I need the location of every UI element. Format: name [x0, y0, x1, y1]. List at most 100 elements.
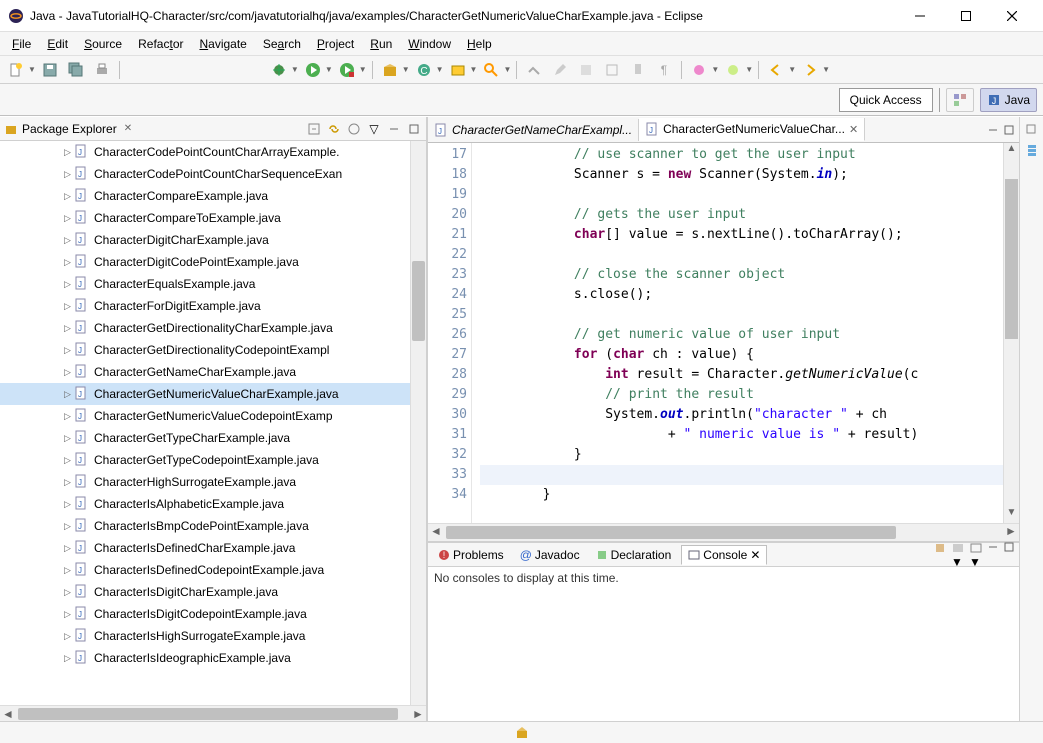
javadoc-tab[interactable]: @Javadoc — [514, 546, 586, 564]
window-close-button[interactable] — [989, 1, 1035, 31]
save-button[interactable] — [38, 59, 62, 81]
tree-item[interactable]: ▷JCharacterDigitCodePointExample.java — [0, 251, 410, 273]
tree-vertical-scrollbar[interactable] — [410, 141, 426, 705]
forward-button[interactable] — [798, 59, 822, 81]
expand-icon[interactable]: ▷ — [64, 279, 74, 290]
tree-item[interactable]: ▷JCharacterGetTypeCharExample.java — [0, 427, 410, 449]
new-package-button[interactable] — [378, 59, 402, 81]
tree-item[interactable]: ▷JCharacterForDigitExample.java — [0, 295, 410, 317]
new-class-button[interactable]: C — [412, 59, 436, 81]
package-explorer-close[interactable]: ✕ — [121, 123, 135, 134]
tree-item[interactable]: ▷JCharacterCodePointCountCharArrayExampl… — [0, 141, 410, 163]
tree-item[interactable]: ▷JCharacterIsIdeographicExample.java — [0, 647, 410, 669]
run-button[interactable] — [301, 59, 325, 81]
tree-item[interactable]: ▷JCharacterIsDefinedCharExample.java — [0, 537, 410, 559]
tree-item[interactable]: ▷JCharacterIsDigitCodepointExample.java — [0, 603, 410, 625]
quick-access-input[interactable]: Quick Access — [839, 88, 933, 112]
expand-icon[interactable]: ▷ — [64, 147, 74, 158]
view-menu-button[interactable]: ▽ — [366, 121, 382, 137]
tree-item[interactable]: ▷JCharacterGetTypeCodepointExample.java — [0, 449, 410, 471]
tree-item[interactable]: ▷JCharacterEqualsExample.java — [0, 273, 410, 295]
expand-icon[interactable]: ▷ — [64, 587, 74, 598]
print-button[interactable] — [90, 59, 114, 81]
expand-icon[interactable]: ▷ — [64, 609, 74, 620]
editor-tab-1[interactable]: J CharacterGetNumericValueChar... ✕ — [639, 118, 865, 141]
search-button[interactable] — [479, 59, 503, 81]
tree-item[interactable]: ▷JCharacterDigitCharExample.java — [0, 229, 410, 251]
expand-icon[interactable]: ▷ — [64, 235, 74, 246]
console-tab[interactable]: Console✕ — [681, 545, 767, 565]
menu-source[interactable]: Source — [76, 35, 130, 53]
next-annotation-button[interactable] — [721, 59, 745, 81]
expand-icon[interactable]: ▷ — [64, 565, 74, 576]
expand-icon[interactable]: ▷ — [64, 257, 74, 268]
console-open-button[interactable]: ▼ — [969, 541, 983, 569]
expand-icon[interactable]: ▷ — [64, 191, 74, 202]
menu-refactor[interactable]: Refactor — [130, 35, 191, 53]
menu-help[interactable]: Help — [459, 35, 500, 53]
console-pin-button[interactable] — [933, 541, 947, 569]
tree-item[interactable]: ▷JCharacterCompareExample.java — [0, 185, 410, 207]
link-editor-button[interactable] — [326, 121, 342, 137]
new-button[interactable] — [4, 59, 28, 81]
coverage-button[interactable] — [335, 59, 359, 81]
window-maximize-button[interactable] — [943, 1, 989, 31]
window-minimize-button[interactable] — [897, 1, 943, 31]
outline-button[interactable] — [1025, 143, 1039, 157]
toggle-mark-button[interactable] — [522, 59, 546, 81]
menu-navigate[interactable]: Navigate — [191, 35, 254, 53]
tree-item[interactable]: ▷JCharacterGetNumericValueCharExample.ja… — [0, 383, 410, 405]
expand-icon[interactable]: ▷ — [64, 543, 74, 554]
maximize-view-button[interactable] — [406, 121, 422, 137]
tree-item[interactable]: ▷JCharacterGetDirectionalityCharExample.… — [0, 317, 410, 339]
expand-icon[interactable]: ▷ — [64, 631, 74, 642]
code-area[interactable]: // use scanner to get the user input Sca… — [472, 143, 1003, 523]
edit-button[interactable] — [548, 59, 572, 81]
menu-run[interactable]: Run — [362, 35, 400, 53]
editor-minimize-button[interactable] — [987, 124, 999, 136]
tree-item[interactable]: ▷JCharacterGetNameCharExample.java — [0, 361, 410, 383]
console-tab-close[interactable]: ✕ — [750, 548, 760, 562]
editor-tab-close[interactable]: ✕ — [849, 123, 858, 136]
debug-button[interactable] — [267, 59, 291, 81]
expand-icon[interactable]: ▷ — [64, 499, 74, 510]
open-type-button[interactable] — [446, 59, 470, 81]
editor-horizontal-scrollbar[interactable]: ◄ ► — [428, 523, 1019, 541]
bookmark-button[interactable] — [600, 59, 624, 81]
tree-item[interactable]: ▷JCharacterIsDefinedCodepointExample.jav… — [0, 559, 410, 581]
editor-tab-0[interactable]: J CharacterGetNameCharExampl... — [428, 119, 639, 141]
minimize-view-button[interactable] — [386, 121, 402, 137]
menu-window[interactable]: Window — [400, 35, 459, 53]
back-button[interactable] — [764, 59, 788, 81]
problems-tab[interactable]: !Problems — [432, 546, 510, 564]
tree-item[interactable]: ▷JCharacterGetDirectionalityCodepointExa… — [0, 339, 410, 361]
tree-item[interactable]: ▷JCharacterIsBmpCodePointExample.java — [0, 515, 410, 537]
tree-item[interactable]: ▷JCharacterGetNumericValueCodepointExamp — [0, 405, 410, 427]
console-maximize-button[interactable] — [1003, 541, 1015, 569]
declaration-tab[interactable]: Declaration — [590, 546, 678, 564]
expand-icon[interactable]: ▷ — [64, 213, 74, 224]
menu-search[interactable]: Search — [255, 35, 309, 53]
menu-file[interactable]: File — [4, 35, 39, 53]
expand-icon[interactable]: ▷ — [64, 301, 74, 312]
filters-button[interactable] — [346, 121, 362, 137]
tree-item[interactable]: ▷JCharacterIsDigitCharExample.java — [0, 581, 410, 603]
tree-horizontal-scrollbar[interactable]: ◄ ► — [0, 705, 426, 721]
pin-button[interactable] — [626, 59, 650, 81]
expand-icon[interactable]: ▷ — [64, 521, 74, 532]
menu-edit[interactable]: Edit — [39, 35, 76, 53]
open-perspective-button[interactable] — [946, 88, 974, 112]
console-minimize-button[interactable] — [987, 541, 999, 569]
console-display-button[interactable]: ▼ — [951, 541, 965, 569]
expand-icon[interactable]: ▷ — [64, 433, 74, 444]
editor-maximize-button[interactable] — [1003, 124, 1015, 136]
expand-icon[interactable]: ▷ — [64, 323, 74, 334]
expand-icon[interactable]: ▷ — [64, 653, 74, 664]
task-button[interactable] — [574, 59, 598, 81]
tree-item[interactable]: ▷JCharacterIsAlphabeticExample.java — [0, 493, 410, 515]
expand-icon[interactable]: ▷ — [64, 477, 74, 488]
save-all-button[interactable] — [64, 59, 88, 81]
tree-item[interactable]: ▷JCharacterCodePointCountCharSequenceExa… — [0, 163, 410, 185]
editor-vertical-scrollbar[interactable]: ▲ ▼ — [1003, 143, 1019, 523]
expand-icon[interactable]: ▷ — [64, 389, 74, 400]
